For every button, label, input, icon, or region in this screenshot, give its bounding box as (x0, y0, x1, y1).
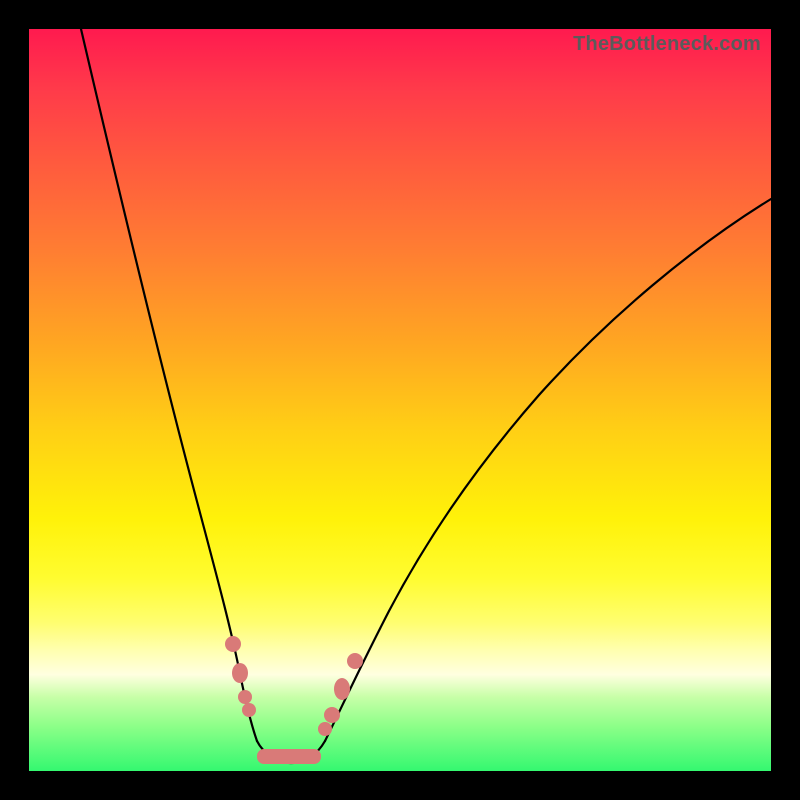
marker-left-upper (225, 636, 241, 652)
chart-container: TheBottleneck.com (0, 0, 800, 800)
marker-left-mid (232, 663, 248, 683)
curve-right-branch (325, 199, 771, 741)
marker-valley-capsule (257, 749, 321, 764)
curve-left-branch (81, 29, 257, 741)
plot-area: TheBottleneck.com (29, 29, 771, 771)
curve-layer (29, 29, 771, 771)
marker-left-lower-a (238, 690, 252, 704)
marker-right-lower-b (324, 707, 340, 723)
marker-right-lower-a (318, 722, 332, 736)
marker-right-upper (347, 653, 363, 669)
marker-right-mid (334, 678, 350, 700)
marker-left-lower-b (242, 703, 256, 717)
